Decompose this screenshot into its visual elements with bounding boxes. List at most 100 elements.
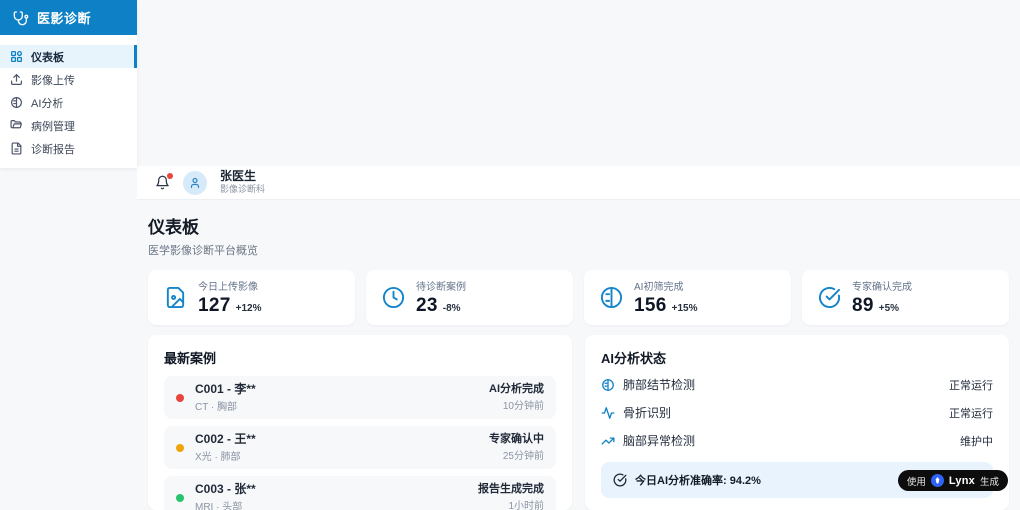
image-file-icon: [164, 286, 187, 309]
unread-dot: [167, 173, 173, 179]
case-right: 报告生成完成 1小时前: [478, 483, 544, 510]
user-department: 影像诊断科: [220, 184, 266, 194]
stat-label: 待诊断案例: [416, 282, 466, 293]
top-spacer: [137, 0, 1020, 166]
badge-suffix: 生成: [979, 476, 999, 488]
user-info: 张医生 影像诊断科: [220, 169, 266, 195]
ai-row-label: 脑部异常检测: [623, 434, 696, 448]
case-detail: CT · 胸部: [195, 402, 238, 413]
main-area: 张医生 影像诊断科 仪表板 医学影像诊断平台概览 今日上传影像 127 +12%: [137, 0, 1020, 510]
ai-analysis-icon: [10, 96, 23, 109]
badge-brand: Lynx: [948, 474, 975, 487]
latest-cases-title: 最新案例: [164, 351, 217, 366]
lynx-generated-badge[interactable]: 使用 Lynx 生成: [897, 470, 1008, 491]
stat-card-confirmed: 专家确认完成 89 +5%: [802, 270, 1009, 325]
pulse-icon: [601, 406, 615, 420]
stat-card-pending: 待诊断案例 23 -8%: [366, 270, 573, 325]
stat-change: +12%: [235, 303, 262, 314]
folder-icon: [10, 119, 23, 132]
stat-label: 今日上传影像: [198, 282, 258, 293]
case-time: 25分钟前: [502, 451, 544, 463]
topbar: 张医生 影像诊断科: [137, 166, 1020, 200]
case-row[interactable]: C002 - 王** X光 · 肺部 专家确认中 25分钟前: [164, 426, 556, 469]
page-title: 仪表板: [148, 218, 199, 237]
ai-status-title: AI分析状态: [601, 351, 667, 366]
stat-label: 专家确认完成: [852, 282, 912, 293]
case-right: AI分析完成 10分钟前: [489, 383, 544, 413]
case-status: 报告生成完成: [478, 482, 544, 495]
lung-detection-icon: [601, 378, 615, 392]
sidebar-item-label: AI分析: [31, 97, 64, 110]
sidebar-item-label: 诊断报告: [31, 143, 75, 156]
ai-row-status: 正常运行: [949, 407, 993, 420]
stat-value: 23: [416, 295, 438, 316]
ai-row-status: 正常运行: [949, 379, 993, 392]
case-id: C003 - 张**: [195, 482, 256, 496]
sidebar-item-dashboard[interactable]: 仪表板: [0, 45, 137, 68]
status-dot: [176, 393, 184, 402]
case-main: C003 - 张** MRI · 头部: [195, 482, 256, 510]
stat-cards: 今日上传影像 127 +12% 待诊断案例 23 -8% AI初筛完成 156 …: [148, 270, 1009, 325]
case-main: C002 - 王** X光 · 肺部: [195, 432, 256, 463]
sidebar: 医影诊断 仪表板 影像上传 AI分析 病例管理 诊断报告: [0, 0, 137, 168]
ai-status-row: 肺部结节检测 正常运行: [601, 376, 993, 393]
brand-header: 医影诊断: [0, 0, 137, 35]
accuracy-text: 今日AI分析准确率: 94.2%: [635, 475, 761, 487]
latest-cases-panel: 最新案例 C001 - 李** CT · 胸部 AI分析完成 10分钟前 C00…: [148, 335, 572, 510]
brand-title: 医影诊断: [37, 11, 92, 26]
case-row[interactable]: C003 - 张** MRI · 头部 报告生成完成 1小时前: [164, 476, 556, 510]
stat-change: +5%: [878, 303, 900, 314]
stat-value: 89: [852, 295, 874, 316]
stat-texts: AI初筛完成 156 +15%: [634, 278, 697, 317]
ai-row-label: 骨折识别: [623, 406, 672, 420]
sidebar-item-reports[interactable]: 诊断报告: [0, 137, 137, 160]
ai-row-label: 肺部结节检测: [623, 378, 696, 392]
clock-icon: [382, 286, 405, 309]
report-icon: [10, 142, 23, 155]
sidebar-item-ai-analysis[interactable]: AI分析: [0, 91, 137, 114]
sidebar-item-cases[interactable]: 病例管理: [0, 114, 137, 137]
ai-status-row: 脑部异常检测 维护中: [601, 432, 993, 449]
case-status: AI分析完成: [489, 382, 544, 395]
notification-bell-button[interactable]: [155, 173, 173, 190]
check-circle-icon: [613, 473, 627, 487]
content: 仪表板 医学影像诊断平台概览 今日上传影像 127 +12% 待诊断案例 23 …: [137, 200, 1020, 510]
stat-texts: 待诊断案例 23 -8%: [416, 278, 466, 317]
sidebar-item-upload[interactable]: 影像上传: [0, 68, 137, 91]
stat-label: AI初筛完成: [634, 282, 684, 293]
stat-value: 127: [198, 295, 231, 316]
status-dot: [176, 493, 184, 502]
case-right: 专家确认中 25分钟前: [489, 433, 544, 463]
sidebar-menu: 仪表板 影像上传 AI分析 病例管理 诊断报告: [0, 35, 137, 160]
case-id: C002 - 王**: [195, 432, 256, 446]
check-circle-icon: [818, 286, 841, 309]
ai-row-status: 维护中: [960, 435, 993, 448]
user-icon: [190, 177, 200, 188]
stat-texts: 专家确认完成 89 +5%: [852, 278, 912, 317]
case-detail: X光 · 肺部: [195, 452, 241, 463]
case-row[interactable]: C001 - 李** CT · 胸部 AI分析完成 10分钟前: [164, 376, 556, 419]
case-main: C001 - 李** CT · 胸部: [195, 382, 256, 413]
ai-scan-icon: [600, 286, 623, 309]
trend-up-icon: [601, 434, 615, 448]
case-id: C001 - 李**: [195, 382, 256, 396]
sidebar-item-label: 病例管理: [31, 120, 75, 133]
case-time: 1小时前: [508, 501, 544, 510]
stat-texts: 今日上传影像 127 +12%: [198, 278, 261, 317]
stat-value: 156: [634, 295, 667, 316]
case-time: 10分钟前: [502, 401, 544, 413]
stat-change: +15%: [671, 303, 698, 314]
sidebar-item-label: 仪表板: [31, 51, 64, 64]
upload-icon: [10, 73, 23, 86]
panels: 最新案例 C001 - 李** CT · 胸部 AI分析完成 10分钟前 C00…: [148, 335, 1009, 510]
case-status: 专家确认中: [489, 432, 544, 445]
page-subtitle: 医学影像诊断平台概览: [148, 245, 258, 257]
user-avatar[interactable]: [183, 170, 207, 195]
status-dot: [176, 443, 184, 452]
stat-card-uploads: 今日上传影像 127 +12%: [148, 270, 355, 325]
ai-status-row: 骨折识别 正常运行: [601, 404, 993, 421]
stat-change: -8%: [442, 303, 461, 314]
lynx-logo-icon: [930, 474, 944, 487]
badge-prefix: 使用: [906, 476, 926, 488]
stat-card-ai-screened: AI初筛完成 156 +15%: [584, 270, 791, 325]
